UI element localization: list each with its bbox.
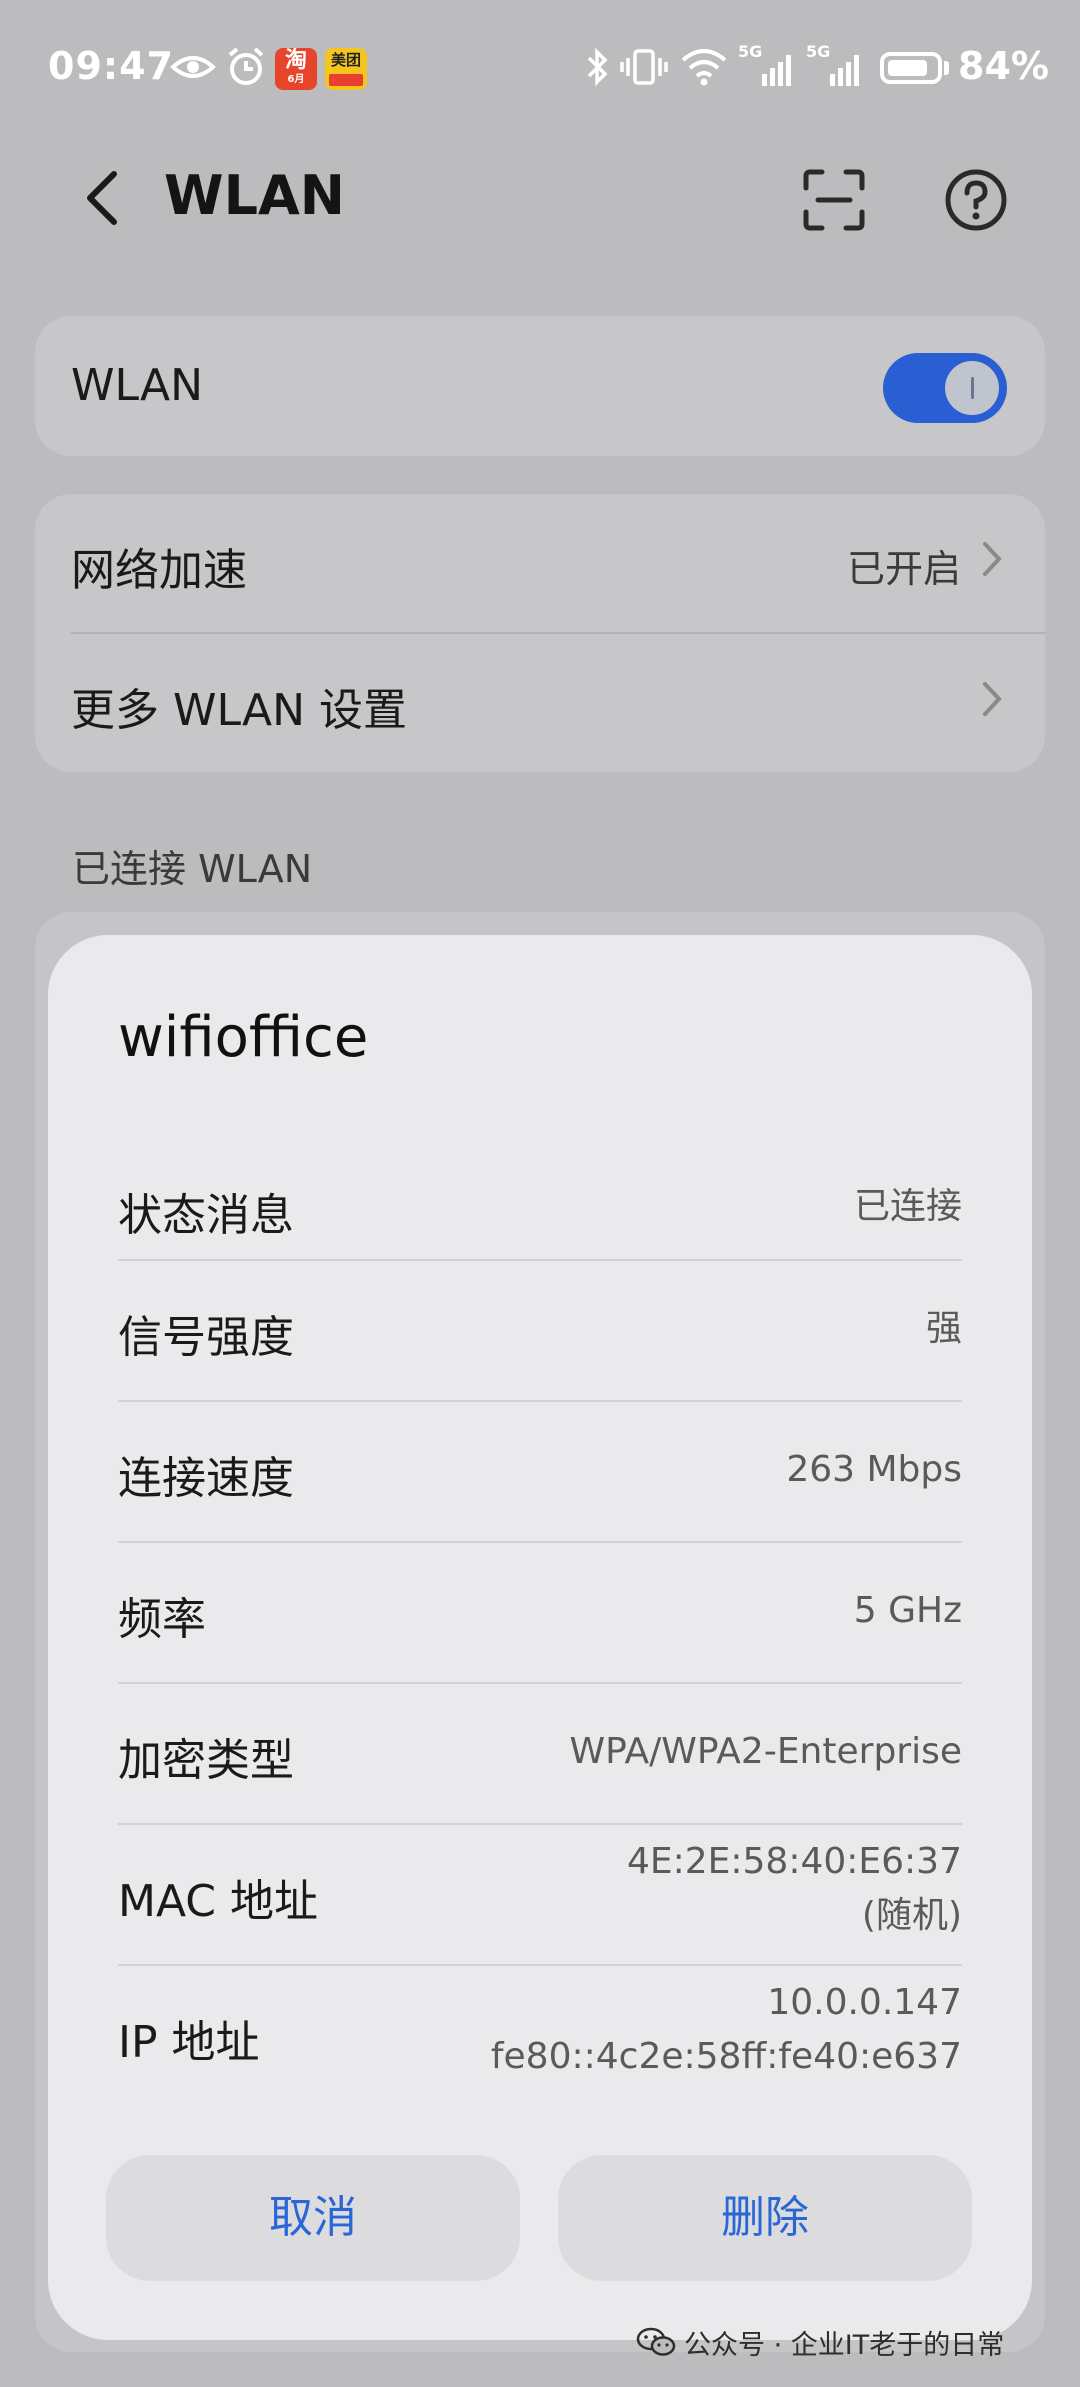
detail-label: 连接速度 <box>118 1453 294 1504</box>
taobao-badge-text: 淘 <box>284 48 307 73</box>
chevron-right-icon <box>983 682 1002 716</box>
battery-percent: 84% <box>958 44 1049 88</box>
bluetooth-icon <box>587 47 608 87</box>
detail-row-encryption: 加密类型 WPA/WPA2-Enterprise <box>118 1684 962 1824</box>
status-time: 09:47 <box>48 44 174 88</box>
eye-icon <box>170 56 216 78</box>
battery-tip <box>944 61 949 75</box>
toggle-knob <box>945 361 999 415</box>
meituan-notification-icon: 美团 <box>325 48 367 90</box>
detail-row-ip: IP 地址 10.0.0.147 fe80::4c2e:58ff:fe40:e6… <box>118 1966 962 2106</box>
wechat-icon <box>636 2327 676 2356</box>
taobao-badge-sub: 6月 <box>287 74 305 85</box>
wifi-icon <box>681 49 727 86</box>
detail-label: 状态消息 <box>118 1190 294 1241</box>
back-arrow-icon[interactable] <box>80 168 124 228</box>
wlan-toggle-card: WLAN <box>35 316 1045 456</box>
battery-icon <box>880 52 942 84</box>
network-acceleration-label: 网络加速 <box>71 545 247 596</box>
network-acceleration-value: 已开启 <box>846 547 961 591</box>
detail-value-secondary: (随机) <box>861 1895 962 1936</box>
page-title: WLAN <box>164 164 345 227</box>
detail-value: 强 <box>925 1308 962 1349</box>
watermark-text: 公众号 · 企业IT老于的日常 <box>684 2330 1005 2361</box>
detail-label: IP 地址 <box>118 2017 260 2068</box>
taobao-notification-icon: 淘 6月 <box>275 48 317 90</box>
detail-label: 加密类型 <box>118 1735 294 1786</box>
detail-value: 10.0.0.147 <box>767 1982 962 2023</box>
detail-row-signal: 信号强度 强 <box>118 1261 962 1401</box>
help-icon[interactable] <box>942 166 1010 234</box>
detail-value: 263 Mbps <box>786 1449 962 1490</box>
detail-value: WPA/WPA2-Enterprise <box>569 1731 962 1772</box>
section-title-connected: 已连接 WLAN <box>72 847 313 891</box>
detail-value: 已连接 <box>853 1186 962 1227</box>
detail-label: MAC 地址 <box>118 1876 318 1927</box>
alarm-icon <box>228 47 264 85</box>
dialog-title: wifioffice <box>118 1005 369 1070</box>
detail-label: 信号强度 <box>118 1312 294 1363</box>
detail-row-mac: MAC 地址 4E:2E:58:40:E6:37 (随机) <box>118 1825 962 1965</box>
detail-label: 频率 <box>118 1594 206 1645</box>
status-bar: 09:47 淘 6月 美团 5G 5G 84% <box>0 0 1080 130</box>
signal-icon-2 <box>830 55 859 86</box>
meituan-badge-text: 美团 <box>330 51 361 69</box>
wlan-toggle[interactable] <box>883 353 1007 423</box>
delete-button[interactable]: 删除 <box>558 2155 972 2281</box>
detail-value: 4E:2E:58:40:E6:37 <box>626 1841 962 1882</box>
detail-row-status: 状态消息 已连接 <box>118 1157 962 1257</box>
cancel-button[interactable]: 取消 <box>106 2155 520 2281</box>
network-details-dialog: wifioffice 状态消息 已连接 信号强度 强 连接速度 263 Mbps… <box>48 935 1032 2340</box>
signal-icon-1 <box>762 55 791 86</box>
detail-value: 5 GHz <box>853 1590 962 1631</box>
scan-qr-icon[interactable] <box>800 166 868 234</box>
detail-row-speed: 连接速度 263 Mbps <box>118 1402 962 1542</box>
vibrate-icon <box>620 49 668 85</box>
detail-row-frequency: 频率 5 GHz <box>118 1543 962 1683</box>
detail-value-secondary: fe80::4c2e:58ff:fe40:e637 <box>490 2036 962 2077</box>
more-wlan-settings-label: 更多 WLAN 设置 <box>71 685 408 736</box>
battery-fill <box>888 60 927 76</box>
divider <box>71 632 1045 634</box>
wlan-label: WLAN <box>71 360 204 411</box>
settings-card: 网络加速 已开启 更多 WLAN 设置 <box>35 494 1045 772</box>
chevron-right-icon <box>983 542 1002 576</box>
